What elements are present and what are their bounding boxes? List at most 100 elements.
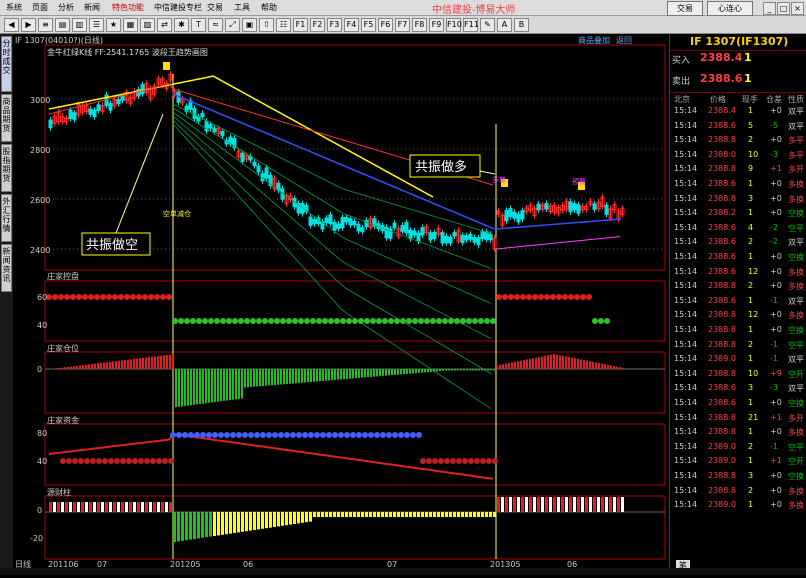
sidetab-commodity[interactable]: 商品期货 [1,94,12,142]
toolbar-icon-22[interactable]: F6 [378,18,393,32]
toolbar-icon-16[interactable]: ☷ [276,18,291,32]
tick-time: 15:14 [674,150,697,159]
tick-volume: 4 [748,223,753,232]
menu-analysis[interactable]: 分析 [58,2,74,13]
menu-trade[interactable]: 交易 [207,2,223,13]
toolbar-icon-19[interactable]: F3 [327,18,342,32]
tick-row[interactable]: 15:142388.61-1双平 [670,294,806,308]
position-bar [115,361,117,369]
tick-row[interactable]: 15:142388.82+0多换 [670,279,806,293]
toolbar-icon-10[interactable]: ✱ [174,18,189,32]
menu-system[interactable]: 系统 [6,2,22,13]
wealth-bar [457,512,460,517]
tick-row[interactable]: 15:142388.62-2双平 [670,235,806,249]
maximize-icon[interactable]: □ [777,2,790,15]
sidetab-forex[interactable]: 外汇行情 [1,194,12,242]
sidetab-timeshare[interactable]: 分时成交 [1,36,12,92]
sidetab-index-futures[interactable]: 股指期货 [1,144,12,192]
tick-row[interactable]: 15:142388.81+0空换 [670,323,806,337]
tick-row[interactable]: 15:142388.821+1多开 [670,411,806,425]
tick-row[interactable]: 15:142388.63-3双平 [670,381,806,395]
wealth-bar [357,512,360,517]
position-bar [226,369,228,401]
toolbar-icon-11[interactable]: T [191,18,206,32]
tick-row[interactable]: 15:142388.612+0多换 [670,265,806,279]
panel-fund-tick: 80 [37,429,47,438]
sidetab-news[interactable]: 新闻资讯 [1,244,12,292]
toolbar-icon-12[interactable]: ≈ [208,18,223,32]
toolbar-icon-14[interactable]: ▣ [242,18,257,32]
heart-button[interactable]: 心连心 [707,1,753,16]
trade-button[interactable]: 交易 [667,1,703,16]
toolbar-icon-5[interactable]: ☰ [89,18,104,32]
menu-column[interactable]: 中信建投专栏 [154,2,202,13]
toolbar-icon-13[interactable]: ⤢ [225,18,240,32]
tick-row[interactable]: 15:142388.83+0多换 [670,192,806,206]
toolbar-icon-2[interactable]: ≡ [38,18,53,32]
menu-page[interactable]: 页面 [32,2,48,13]
tick-row[interactable]: 15:142388.21+0空换 [670,206,806,220]
back-link[interactable]: 返回 [616,36,632,45]
toolbar-icon-23[interactable]: F7 [395,18,410,32]
overlay-link[interactable]: 商品叠加 [578,35,610,45]
tick-row[interactable]: 15:142388.810+9空开 [670,367,806,381]
fund-dot [84,458,90,464]
toolbar-icon-6[interactable]: ★ [106,18,121,32]
close-icon[interactable]: × [791,2,804,15]
tick-row[interactable]: 15:142389.01+0多换 [670,498,806,512]
toolbar-icon-9[interactable]: ⇄ [157,18,172,32]
tick-row[interactable]: 15:142389.02-1空平 [670,440,806,454]
toolbar-icon-21[interactable]: F5 [361,18,376,32]
position-bar [472,369,474,370]
position-bar [154,356,156,369]
toolbar-icon-7[interactable]: ▦ [123,18,138,32]
toolbar-icon-20[interactable]: F4 [344,18,359,32]
position-bar [310,369,312,382]
toolbar-icon-26[interactable]: F10 [446,18,461,32]
toolbar-icon-3[interactable]: ▤ [55,18,70,32]
toolbar-icon-0[interactable]: ◀ [4,18,19,32]
tick-row[interactable]: 15:142388.61+0多换 [670,177,806,191]
tick-row[interactable]: 15:142388.82+0多平 [670,133,806,147]
tick-row[interactable]: 15:142388.61+0空换 [670,250,806,264]
toolbar-icon-8[interactable]: ▧ [140,18,155,32]
tick-row[interactable]: 15:142388.83+0空换 [670,469,806,483]
wealth-bar [93,502,96,512]
tick-row[interactable]: 15:142388.65-5双平 [670,119,806,133]
tick-row[interactable]: 15:142388.812+0多换 [670,308,806,322]
tick-row[interactable]: 15:142388.82+0多换 [670,484,806,498]
tick-row[interactable]: 15:142388.82-1空平 [670,338,806,352]
tick-row[interactable]: 15:142388.61+0空换 [670,396,806,410]
tick-row[interactable]: 15:142388.89+1多开 [670,162,806,176]
toolbar-icon-18[interactable]: F2 [310,18,325,32]
toolbar-icon-4[interactable]: ▥ [72,18,87,32]
toolbar-icon-1[interactable]: ▶ [21,18,36,32]
menu-tools[interactable]: 工具 [234,2,250,13]
tick-nature: 空平 [788,223,804,234]
toolbar-icon-28[interactable]: ✎ [480,18,495,32]
toolbar-icon-15[interactable]: ⇧ [259,18,274,32]
toolbar-icon-24[interactable]: F8 [412,18,427,32]
toolbar-icon-30[interactable]: B [514,18,529,32]
chart-area[interactable]: IF 1307(04010?)(日线) 商品叠加 返回 金牛红绿K线 FF:25… [13,34,668,575]
tick-row[interactable]: 15:142388.010-3多平 [670,148,806,162]
toolbar-icon-27[interactable]: F11 [463,18,478,32]
tick-row[interactable]: 15:142388.41+0双平 [670,104,806,118]
tick-row[interactable]: 15:142388.81+0多换 [670,425,806,439]
tick-volume: 12 [748,310,758,319]
tick-row[interactable]: 15:142389.01+1空开 [670,454,806,468]
position-bar [619,367,621,369]
control-dot [202,318,208,324]
toolbar-icon-17[interactable]: F1 [293,18,308,32]
wealth-bar [409,512,412,517]
minimize-icon[interactable]: _ [763,2,776,15]
tick-row[interactable]: 15:142389.01-1双平 [670,352,806,366]
toolbar-icon-25[interactable]: F9 [429,18,444,32]
kline-chart[interactable]: IF 1307(04010?)(日线) 商品叠加 返回 金牛红绿K线 FF:25… [13,34,668,575]
position-bar [550,355,552,369]
menu-help[interactable]: 帮助 [261,2,277,13]
toolbar-icon-29[interactable]: A [497,18,512,32]
menu-special[interactable]: 特色功能 [112,2,144,13]
tick-row[interactable]: 15:142388.64-2空平 [670,221,806,235]
menu-news[interactable]: 新闻 [84,2,100,13]
